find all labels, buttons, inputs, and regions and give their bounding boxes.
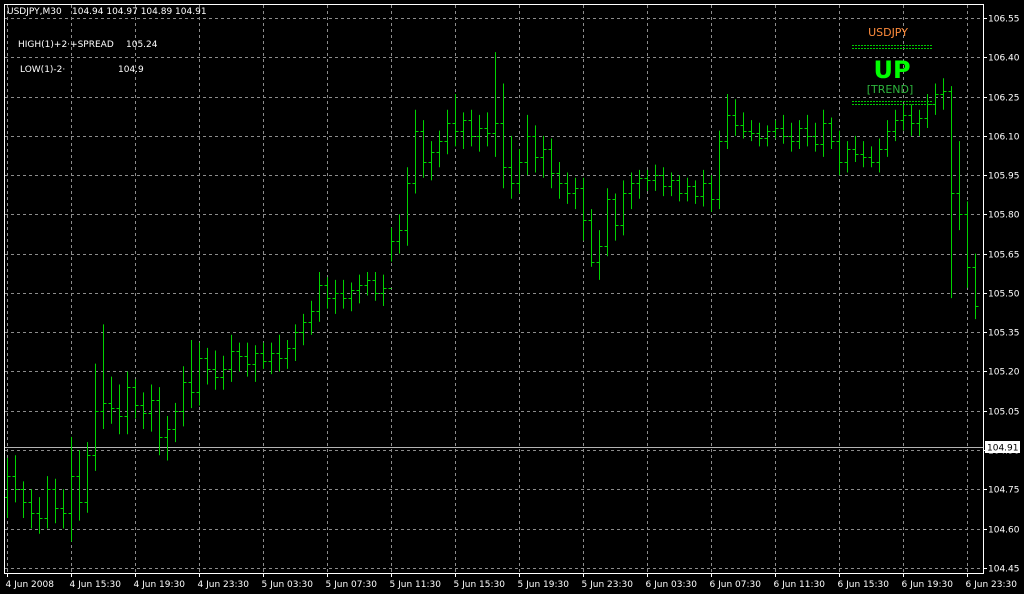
y-tick-label: 105.65: [988, 251, 1020, 261]
x-tick-label: 6 Jun 23:30: [966, 580, 1018, 590]
y-tick-label: 106.40: [988, 54, 1020, 64]
last-price-tag: 104.91: [985, 441, 1020, 454]
x-tick-label: 4 Jun 19:30: [134, 580, 186, 590]
x-tick-label: 5 Jun 07:30: [326, 580, 378, 590]
indicator-high-value: 105.24: [126, 40, 158, 50]
x-tick-label: 6 Jun 03:30: [646, 580, 698, 590]
header-ohlc: 104.94 104.97 104.89 104.91: [72, 7, 207, 17]
y-tick-label: 105.95: [988, 172, 1020, 182]
y-axis[interactable]: 104.45104.60104.75104.90105.05105.20105.…: [983, 15, 1020, 575]
indicator-high-label: HIGH(1)+2·+SPREAD: [18, 40, 114, 50]
y-tick-label: 106.10: [988, 133, 1020, 143]
y-tick-label: 106.25: [988, 94, 1020, 104]
y-tick-label: 104.45: [988, 565, 1020, 575]
x-tick-label: 5 Jun 15:30: [454, 580, 506, 590]
x-tick-label: 5 Jun 19:30: [518, 580, 570, 590]
y-tick-label: 105.35: [988, 329, 1020, 339]
x-tick-label: 5 Jun 23:30: [582, 580, 634, 590]
y-tick-label: 105.05: [988, 408, 1020, 418]
last-price-label: 104.91: [987, 444, 1019, 454]
indicator-low-label: LOW(1)-2·: [20, 65, 65, 75]
x-tick-label: 6 Jun 19:30: [902, 580, 954, 590]
x-tick-label: 4 Jun 2008: [6, 580, 55, 590]
x-tick-label: 4 Jun 15:30: [70, 580, 122, 590]
x-tick-label: 5 Jun 03:30: [262, 580, 314, 590]
y-tick-label: 104.75: [988, 486, 1020, 496]
y-tick-label: 104.60: [988, 526, 1020, 536]
chart-root: 104.45104.60104.75104.90105.05105.20105.…: [0, 0, 1024, 594]
trend-symbol: USDJPY: [868, 26, 908, 39]
trend-word: [TREND]: [867, 83, 914, 96]
indicator-low-value: 104.9: [118, 65, 144, 75]
y-tick-label: 106.55: [988, 15, 1020, 25]
x-tick-label: 6 Jun 11:30: [774, 580, 826, 590]
x-tick-label: 5 Jun 11:30: [390, 580, 442, 590]
header-symbol-timeframe: USDJPY,M30: [7, 7, 62, 17]
y-tick-label: 105.80: [988, 211, 1020, 221]
trend-direction: UP: [873, 56, 910, 84]
y-tick-label: 105.20: [988, 368, 1020, 378]
x-tick-label: 4 Jun 23:30: [198, 580, 250, 590]
y-tick-label: 105.50: [988, 290, 1020, 300]
x-tick-label: 6 Jun 07:30: [710, 580, 762, 590]
x-tick-label: 6 Jun 15:30: [838, 580, 890, 590]
chart-svg: 104.45104.60104.75104.90105.05105.20105.…: [0, 0, 1024, 594]
